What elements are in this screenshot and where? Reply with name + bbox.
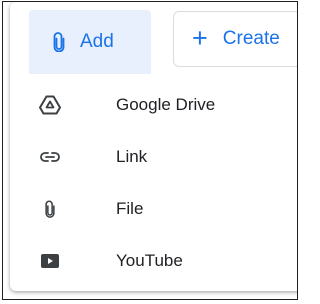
menu-item-label: File [116,199,144,218]
youtube-icon [37,248,63,274]
add-label: Add [80,31,114,52]
create-button[interactable]: + Create [173,11,297,67]
add-button[interactable]: Add [29,10,151,74]
menu-item-label: Google Drive [116,95,216,114]
menu-item-youtube[interactable]: YouTube [37,235,297,287]
plus-icon: + [192,22,208,53]
menu-item-link[interactable]: Link [37,131,297,183]
menu-item-google-drive[interactable]: Google Drive [37,79,297,131]
paperclip-icon [37,196,63,222]
menu-item-label: Link [116,147,148,166]
google-drive-icon [37,92,63,118]
menu-item-label: YouTube [116,251,183,270]
paperclip-icon [51,32,67,52]
menu-item-file[interactable]: File [37,183,297,235]
create-label: Create [222,28,280,49]
add-menu-panel: Add + Create Google Drive Link File YouT… [10,2,297,291]
add-dropdown-menu: Google Drive Link File YouTube [37,79,297,287]
link-icon [37,144,63,170]
screenshot-frame: Add + Create Google Drive Link File YouT… [2,1,298,300]
